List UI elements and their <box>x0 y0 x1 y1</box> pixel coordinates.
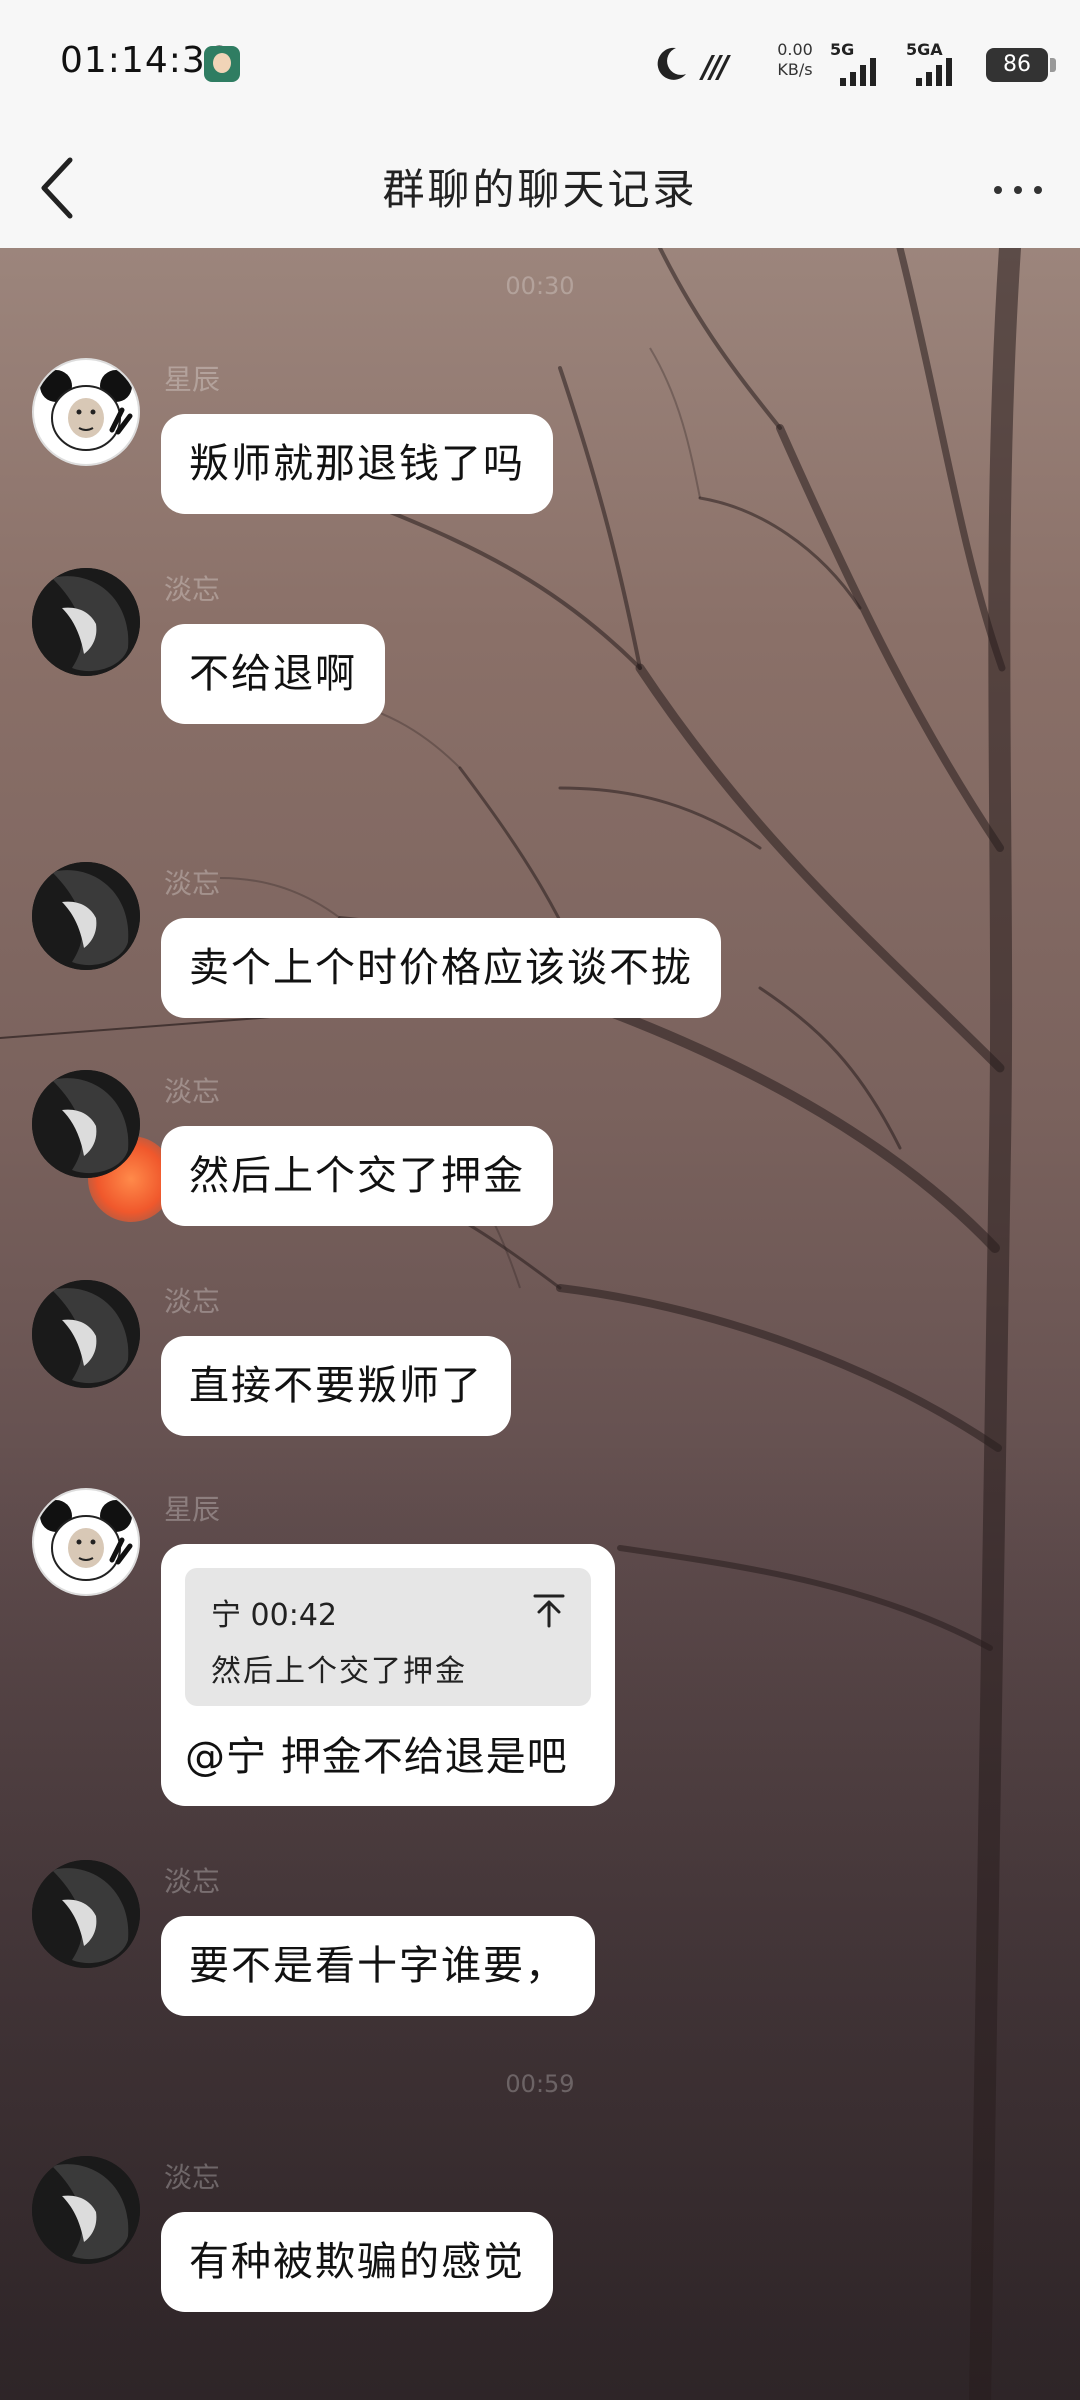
quoted-message-meta: 宁 00:42 <box>211 1598 337 1633</box>
message-bubble[interactable]: 有种被欺骗的感觉 <box>161 2212 553 2312</box>
battery-icon <box>1050 58 1056 72</box>
message-bubble[interactable]: 直接不要叛师了 <box>161 1336 511 1436</box>
page-title: 群聊的聊天记录 <box>382 165 698 214</box>
avatar[interactable] <box>32 1280 140 1388</box>
message-bubble[interactable]: 卖个上个时价格应该谈不拢 <box>161 918 721 1018</box>
network-speed: 0.00 KB/s <box>768 40 822 80</box>
dark-portrait-avatar-icon <box>32 1070 140 1178</box>
header-bar: 群聊的聊天记录 <box>0 126 1080 249</box>
avatar[interactable] <box>32 1070 140 1178</box>
panda-avatar-icon <box>40 1500 133 1581</box>
signal-sim2-bars-icon <box>916 56 952 86</box>
avatar[interactable] <box>32 1488 140 1596</box>
message-bubble[interactable]: 然后上个交了押金 <box>161 1126 553 1226</box>
signal-sim1: 5G <box>830 40 894 86</box>
chat-area[interactable]: 00:30 00:59 星辰 叛师就那退钱了吗 淡忘 不给退啊 淡忘 卖个上个时… <box>0 248 1080 2400</box>
nfc-icon: /// <box>702 50 729 85</box>
status-indicators: /// 0.00 KB/s 5G 5GA 86 <box>650 36 1080 92</box>
dark-portrait-avatar-icon <box>32 2156 140 2264</box>
sender-name: 星辰 <box>164 363 221 396</box>
sender-name: 星辰 <box>164 1493 221 1526</box>
time-separator: 00:30 <box>505 272 575 300</box>
reply-text: @宁 押金不给退是吧 <box>185 1734 568 1780</box>
message-bubble[interactable]: 叛师就那退钱了吗 <box>161 414 553 514</box>
signal-sim2: 5GA <box>906 40 976 86</box>
battery-level: 86 <box>986 48 1048 82</box>
avatar[interactable] <box>32 1860 140 1968</box>
avatar[interactable] <box>32 358 140 466</box>
app-notification-icon <box>204 46 240 82</box>
panda-avatar-icon <box>40 370 133 451</box>
message-bubble[interactable]: 不给退啊 <box>161 624 385 724</box>
sender-name: 淡忘 <box>164 1075 221 1108</box>
quoted-message-text: 然后上个交了押金 <box>211 1654 467 1689</box>
avatar[interactable] <box>32 568 140 676</box>
quoted-message[interactable]: 宁 00:42 然后上个交了押金 <box>185 1568 591 1706</box>
more-button[interactable] <box>978 148 1058 228</box>
avatar[interactable] <box>32 862 140 970</box>
sender-name: 淡忘 <box>164 1865 221 1898</box>
jump-to-message-icon[interactable] <box>529 1590 569 1630</box>
sender-name: 淡忘 <box>164 1285 221 1318</box>
message-bubble-with-quote[interactable]: 宁 00:42 然后上个交了押金 @宁 押金不给退是吧 <box>161 1544 615 1806</box>
dark-portrait-avatar-icon <box>32 568 140 676</box>
avatar[interactable] <box>32 2156 140 2264</box>
message-bubble[interactable]: 要不是看十字谁要， <box>161 1916 595 2016</box>
status-bar: 01:14:36 /// 0.00 KB/s 5G 5GA 86 <box>0 0 1080 126</box>
sender-name: 淡忘 <box>164 2161 221 2194</box>
sender-name: 淡忘 <box>164 867 221 900</box>
signal-sim1-bars-icon <box>840 56 876 86</box>
dark-portrait-avatar-icon <box>32 1280 140 1388</box>
moon-icon <box>657 47 686 80</box>
network-speed-unit: KB/s <box>777 60 813 79</box>
sender-name: 淡忘 <box>164 573 221 606</box>
dark-portrait-avatar-icon <box>32 862 140 970</box>
network-speed-value: 0.00 <box>777 40 813 59</box>
dark-portrait-avatar-icon <box>32 1860 140 1968</box>
time-separator: 00:59 <box>505 2070 575 2098</box>
